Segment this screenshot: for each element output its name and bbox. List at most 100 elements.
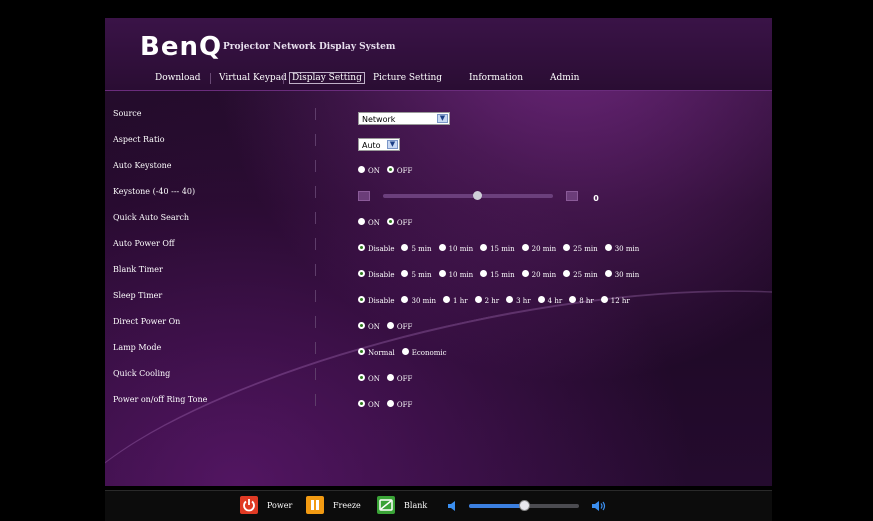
radio-label: 15 min: [490, 270, 515, 279]
radio-button[interactable]: [480, 270, 488, 277]
radio-option[interactable]: Disable: [358, 270, 394, 279]
radio-button[interactable]: [358, 322, 365, 329]
radio-button[interactable]: [358, 296, 365, 303]
radio-button[interactable]: [358, 374, 365, 381]
radio-button[interactable]: [438, 244, 446, 251]
radio-button[interactable]: [569, 296, 577, 303]
keystone-slider-thumb[interactable]: [473, 190, 483, 200]
nav-picture-setting[interactable]: Picture Setting: [373, 73, 442, 83]
radio-label: Disable: [368, 296, 395, 305]
setting-power-ring-tone: Power on/off Ring Tone ON OFF: [105, 391, 772, 411]
radio-option[interactable]: 30 min: [604, 244, 639, 253]
radio-button[interactable]: [521, 244, 529, 251]
keystone-down-icon[interactable]: [358, 190, 370, 201]
radio-button[interactable]: [600, 296, 608, 303]
radio-button[interactable]: [537, 296, 545, 303]
radio-button[interactable]: [563, 244, 571, 251]
radio-button[interactable]: [401, 348, 409, 355]
radio-button[interactable]: [386, 218, 394, 225]
nav-information[interactable]: Information: [469, 73, 523, 83]
radio-button[interactable]: [358, 270, 365, 277]
radio-option[interactable]: 20 min: [521, 244, 556, 253]
radio-label: OFF: [396, 322, 413, 331]
radio-button[interactable]: [358, 218, 365, 225]
radio-button[interactable]: [386, 166, 394, 173]
radio-option[interactable]: 15 min: [480, 270, 515, 279]
source-select[interactable]: Network ▼: [358, 112, 450, 125]
radio-button[interactable]: [443, 296, 451, 303]
radio-option[interactable]: 2 hr: [474, 296, 499, 305]
radio-button[interactable]: [438, 270, 446, 277]
radio-button[interactable]: [358, 166, 365, 173]
radio-option[interactable]: ON: [358, 374, 380, 383]
radio-option[interactable]: 25 min: [563, 244, 598, 253]
radio-option[interactable]: OFF: [386, 322, 413, 331]
radio-button[interactable]: [358, 400, 365, 407]
radio-option[interactable]: Disable: [358, 296, 395, 305]
header: BenQ Projector Network Display System Do…: [105, 18, 772, 91]
radio-option[interactable]: 25 min: [563, 270, 598, 279]
radio-button[interactable]: [474, 296, 482, 303]
nav-download[interactable]: Download: [155, 73, 201, 83]
radio-option[interactable]: 10 min: [438, 270, 473, 279]
radio-group: ON OFF: [358, 394, 419, 413]
setting-keystone: Keystone (-40 --- 40) 0: [105, 183, 772, 203]
radio-button[interactable]: [604, 270, 612, 277]
aspect-ratio-select[interactable]: Auto ▼: [358, 138, 400, 151]
radio-option[interactable]: 1 hr: [443, 296, 468, 305]
volume-low-icon[interactable]: [447, 500, 459, 512]
radio-option[interactable]: 3 hr: [506, 296, 531, 305]
volume-high-icon[interactable]: [591, 500, 607, 512]
radio-option[interactable]: 30 min: [604, 270, 639, 279]
radio-option[interactable]: OFF: [386, 166, 413, 175]
nav-virtual-keypad[interactable]: Virtual Keypad: [219, 73, 287, 83]
radio-option[interactable]: ON: [358, 322, 380, 331]
volume-slider-thumb[interactable]: [519, 500, 530, 511]
radio-option[interactable]: 4 hr: [537, 296, 562, 305]
radio-option[interactable]: OFF: [386, 374, 412, 383]
radio-button[interactable]: [386, 322, 394, 329]
nav-display-setting[interactable]: Display Setting: [289, 72, 365, 84]
radio-option[interactable]: ON: [358, 218, 380, 227]
radio-button[interactable]: [358, 244, 365, 251]
radio-button[interactable]: [401, 296, 409, 303]
radio-button[interactable]: [401, 270, 409, 277]
radio-button[interactable]: [563, 270, 571, 277]
radio-button[interactable]: [604, 244, 612, 251]
radio-group: Disable 30 min 1 hr 2 hr 3 hr 4 hr 8 hr 12 hr: [358, 290, 637, 309]
keystone-up-icon[interactable]: [566, 190, 579, 201]
radio-button[interactable]: [358, 348, 365, 355]
radio-button[interactable]: [401, 244, 409, 251]
radio-option[interactable]: 12 hr: [600, 296, 630, 305]
radio-label: 25 min: [573, 270, 598, 279]
radio-option[interactable]: ON: [358, 166, 380, 175]
radio-option[interactable]: 15 min: [480, 244, 515, 253]
radio-option[interactable]: 10 min: [438, 244, 473, 253]
column-divider: [315, 368, 316, 380]
radio-button[interactable]: [386, 374, 394, 381]
radio-option[interactable]: 5 min: [401, 244, 432, 253]
radio-option[interactable]: 20 min: [521, 270, 556, 279]
radio-option[interactable]: OFF: [386, 400, 412, 409]
radio-button[interactable]: [480, 244, 488, 251]
radio-button[interactable]: [386, 400, 394, 407]
radio-option[interactable]: 8 hr: [569, 296, 594, 305]
radio-button[interactable]: [506, 296, 514, 303]
radio-option[interactable]: Normal: [358, 348, 395, 357]
radio-group: ON OFF: [358, 368, 419, 387]
control-bar: Power Freeze Blank: [105, 490, 772, 521]
column-divider: [315, 212, 316, 224]
radio-button[interactable]: [521, 270, 529, 277]
radio-option[interactable]: 30 min: [401, 296, 436, 305]
radio-label: 25 min: [573, 244, 598, 253]
keystone-slider[interactable]: [383, 190, 554, 200]
radio-option[interactable]: ON: [358, 400, 380, 409]
nav-separator: [283, 73, 284, 84]
setting-aspect-ratio: Aspect Ratio Auto ▼: [105, 131, 772, 151]
radio-option[interactable]: 5 min: [401, 270, 432, 279]
radio-option[interactable]: Disable: [358, 244, 394, 253]
radio-label: OFF: [396, 166, 413, 175]
radio-option[interactable]: OFF: [386, 218, 412, 227]
radio-option[interactable]: Economic: [401, 348, 447, 357]
nav-admin[interactable]: Admin: [550, 73, 579, 83]
